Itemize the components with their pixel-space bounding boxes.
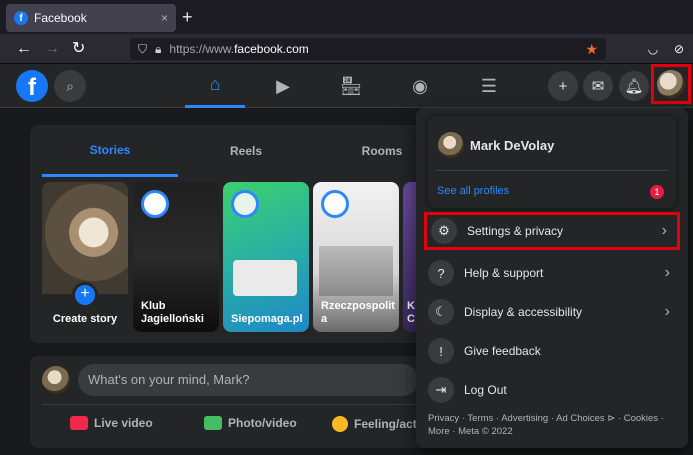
avatar (438, 132, 464, 158)
extensions-icon[interactable]: ⊘ (672, 42, 686, 56)
menu-item-label: Display & accessibility (464, 305, 583, 319)
question-icon: ? (428, 260, 454, 286)
feedback-icon: ! (428, 338, 454, 364)
moon-icon: ☾ (428, 299, 454, 325)
chevron-right-icon: › (661, 222, 667, 239)
forward-icon[interactable]: → (44, 39, 60, 59)
search-icon[interactable]: ⌕ (54, 70, 86, 102)
photo-video-button[interactable]: Photo/video (204, 416, 297, 430)
url-bar[interactable]: ⛉ 🔒︎ https://www. facebook.com ★ (130, 38, 606, 60)
newspaper-image (319, 246, 393, 296)
post-composer: What's on your mind, Mark? Live video Ph… (30, 356, 430, 448)
tab-close-icon[interactable]: × (161, 11, 168, 25)
smiley-icon (332, 416, 348, 432)
live-video-button[interactable]: Live video (70, 416, 153, 430)
facebook-header: f ⌕ ⌂ ▶︎ 🏪︎ ◉ ☰ + ✉︎ 🔔︎ (0, 64, 693, 108)
tab-stories[interactable]: Stories (42, 125, 178, 177)
tab-reels[interactable]: Reels (178, 125, 314, 177)
reload-icon[interactable]: ↻ (72, 39, 85, 59)
back-icon[interactable]: ← (16, 39, 32, 59)
bookmark-star-icon[interactable]: ★ (585, 41, 598, 58)
notification-badge: 1 (650, 185, 664, 199)
messenger-icon[interactable]: ✉︎ (583, 71, 613, 101)
story-card[interactable]: Rzeczpospolit a (313, 182, 399, 332)
browser-tab-bar: f Facebook × + (0, 0, 693, 34)
logout-icon: ⇥ (428, 377, 454, 403)
divider (436, 170, 668, 171)
user-photo (42, 182, 128, 294)
stories-panel: Stories Reels Rooms + Create story Klub … (30, 125, 430, 343)
feeling-label: Feeling/acti (354, 417, 421, 431)
add-story-icon[interactable]: + (72, 282, 98, 308)
browser-nav-bar: ← → ↻ ⛉ 🔒︎ https://www. facebook.com ★ ◡ … (0, 34, 693, 64)
marketplace-icon[interactable]: 🏪︎ (321, 64, 381, 108)
chevron-right-icon: › (664, 303, 670, 320)
display-accessibility-item[interactable]: ☾ Display & accessibility › (424, 293, 680, 331)
watch-icon[interactable]: ▶︎ (253, 64, 313, 108)
story-avatar (141, 190, 169, 218)
story-label: Rzeczpospolit a (321, 300, 395, 325)
menu-icon[interactable]: ☰ (459, 64, 519, 108)
account-avatar-button[interactable] (651, 64, 691, 104)
facebook-favicon-icon: f (14, 11, 28, 25)
notifications-bell-icon[interactable]: 🔔︎ (619, 71, 649, 101)
feed-area: Stories Reels Rooms + Create story Klub … (0, 108, 430, 455)
menu-item-label: Log Out (464, 383, 507, 397)
groups-icon[interactable]: ◉ (390, 64, 450, 108)
story-card[interactable]: Siepomaga.pl (223, 182, 309, 332)
account-menu: Mark DeVolay See all profiles 1 ⚙ Settin… (416, 108, 688, 448)
menu-item-label: Help & support (464, 266, 544, 280)
create-story-card[interactable]: + Create story (42, 182, 128, 332)
create-story-label: Create story (52, 313, 118, 325)
live-video-label: Live video (94, 416, 153, 430)
feeling-activity-button[interactable]: Feeling/acti (332, 416, 420, 432)
divider (42, 404, 418, 405)
chevron-right-icon: › (664, 264, 670, 281)
help-support-item[interactable]: ? Help & support › (424, 254, 680, 292)
settings-privacy-item[interactable]: ⚙ Settings & privacy › (424, 212, 680, 250)
live-video-icon (70, 416, 88, 430)
footer-links[interactable]: Privacy · Terms · Advertising · Ad Choic… (428, 412, 680, 438)
avatar (657, 70, 685, 98)
url-prefix: https://www. (169, 42, 235, 56)
create-plus-icon[interactable]: + (548, 71, 578, 101)
story-label: Klub Jagielloński (141, 300, 204, 325)
home-icon[interactable]: ⌂ (185, 64, 245, 108)
log-out-item[interactable]: ⇥ Log Out (424, 371, 680, 409)
story-avatar (231, 190, 259, 218)
profile-name: Mark DeVolay (470, 138, 555, 153)
story-avatar (321, 190, 349, 218)
shield-icon[interactable]: ⛉ (138, 42, 147, 57)
avatar (42, 366, 70, 394)
facebook-logo-icon[interactable]: f (16, 70, 48, 102)
story-label: Siepomaga.pl (231, 313, 303, 325)
photo-icon (204, 416, 222, 430)
whats-on-your-mind-input[interactable]: What's on your mind, Mark? (78, 364, 418, 396)
lock-icon[interactable]: 🔒︎ (155, 42, 161, 57)
tab-title: Facebook (34, 11, 87, 25)
profile-card[interactable]: Mark DeVolay See all profiles 1 (428, 116, 676, 208)
menu-item-label: Settings & privacy (467, 224, 564, 238)
gear-icon: ⚙ (431, 218, 457, 244)
pocket-icon[interactable]: ◡ (646, 42, 660, 56)
see-all-profiles-link[interactable]: See all profiles (437, 185, 509, 197)
url-host: facebook.com (234, 42, 309, 56)
logo-letter: f (28, 74, 36, 101)
new-tab-button[interactable]: + (182, 6, 193, 28)
give-feedback-item[interactable]: ! Give feedback (424, 332, 680, 370)
story-card[interactable]: Klub Jagielloński (133, 182, 219, 332)
story-note (233, 260, 297, 296)
photo-video-label: Photo/video (228, 416, 297, 430)
browser-tab[interactable]: f Facebook × (6, 4, 176, 32)
menu-item-label: Give feedback (464, 344, 541, 358)
